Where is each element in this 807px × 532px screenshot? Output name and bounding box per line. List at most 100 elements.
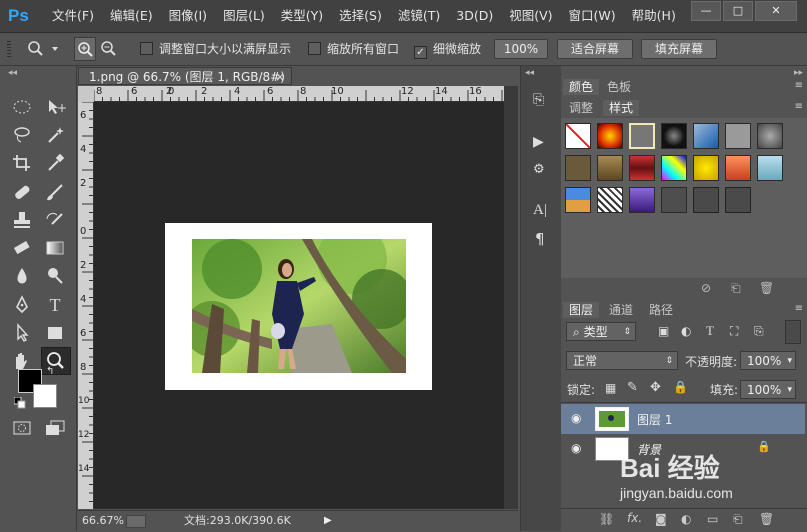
resize-windows-checkbox[interactable]: 调整窗口大小以满屏显示 [140,39,291,59]
zoom-level[interactable]: 66.67% [82,511,124,531]
menu-view[interactable]: 视图(V) [501,0,560,32]
lasso-tool-icon[interactable] [10,124,34,146]
gradient-tool-icon[interactable] [43,237,67,259]
tab-paths[interactable]: 路径 [643,302,679,318]
properties-panel-icon[interactable]: ⚙ [533,162,545,177]
blend-mode-select[interactable]: 正常 ⇕ [566,351,678,370]
layer-row[interactable]: ◉ 背景 🔒 [561,434,805,464]
style-swatch[interactable] [597,155,623,181]
menu-3d[interactable]: 3D(D) [448,0,501,32]
zoom-out-icon[interactable] [99,39,119,59]
style-swatch[interactable] [565,187,591,213]
menu-edit[interactable]: 编辑(E) [102,0,161,32]
eraser-tool-icon[interactable] [10,237,34,259]
new-style-icon[interactable]: ⎗ [731,281,741,296]
background-color-swatch[interactable] [33,384,57,408]
menu-file[interactable]: 文件(F) [44,0,102,32]
canvas-area[interactable] [94,102,504,509]
zoom-tool-preset-icon[interactable] [26,39,58,59]
eyedropper-icon[interactable] [43,152,67,174]
link-layers-icon[interactable]: ⛓ [599,512,614,526]
type-tool-icon[interactable]: T [43,294,67,316]
swap-colors-icon[interactable]: ↰ [46,366,54,377]
menu-filter[interactable]: 滤镜(T) [390,0,448,32]
lock-brush-icon[interactable]: ✎ [627,380,638,395]
style-swatch[interactable] [757,155,783,181]
minimize-button[interactable]: — [691,1,721,21]
style-swatch[interactable] [661,155,687,181]
document-canvas[interactable] [165,223,432,390]
menu-image[interactable]: 图像(I) [161,0,215,32]
tab-channels[interactable]: 通道 [603,302,639,318]
tab-styles[interactable]: 样式 [603,100,640,116]
history-brush-icon[interactable] [43,209,67,231]
lock-move-icon[interactable]: ✥ [650,380,661,395]
magic-wand-icon[interactable] [43,124,67,146]
history-panel-icon[interactable]: ⎘ [533,92,544,108]
close-button[interactable]: ✕ [755,1,797,21]
menu-select[interactable]: 选择(S) [331,0,390,32]
fit-screen-button[interactable]: 适合屏幕 [557,39,633,59]
opacity-input[interactable]: 100% ▾ [740,351,796,370]
fill-screen-button[interactable]: 填充屏幕 [641,39,717,59]
style-swatch[interactable] [629,123,655,149]
tab-swatches[interactable]: 色板 [601,79,637,95]
style-swatch[interactable] [725,123,751,149]
rectangle-tool-icon[interactable] [43,322,67,344]
style-none-swatch[interactable] [565,123,591,149]
filter-smartobject-icon[interactable]: ⎘ [754,324,764,339]
vertical-ruler[interactable]: 6 4 2 0 2 4 6 8 10 12 14 [78,102,94,509]
clear-style-icon[interactable]: ⊘ [701,281,711,295]
brush-tool-icon[interactable] [43,181,67,203]
style-swatch[interactable] [693,155,719,181]
screen-mode-icon[interactable] [43,417,67,439]
visibility-eye-icon[interactable]: ◉ [571,441,581,455]
menu-help[interactable]: 帮助(H) [624,0,684,32]
chevron-down-icon[interactable]: ▾ [787,352,792,371]
zoom-in-icon[interactable] [74,37,96,61]
layers-menu-icon[interactable]: ≡ [795,303,803,314]
maximize-button[interactable]: □ [723,1,753,21]
style-swatch[interactable] [693,187,719,213]
menu-window[interactable]: 窗口(W) [561,0,624,32]
lock-all-icon[interactable]: 🔒 [673,380,688,394]
collapse-arrows-icon[interactable]: ◂◂ [8,68,17,78]
delete-layer-icon[interactable]: 🗑 [759,512,774,526]
fill-input[interactable]: 100% ▾ [740,380,796,399]
right-dock-collapse-icon[interactable]: ▸▸ [794,68,803,78]
style-swatch[interactable] [629,155,655,181]
style-swatch[interactable] [661,187,687,213]
adjustment-layer-icon[interactable]: ◐ [681,512,691,526]
horizontal-ruler[interactable]: 8 6 2 0 2 4 6 8 10 12 14 16 [94,86,504,102]
filter-type-icon[interactable]: T [706,323,714,339]
style-swatch[interactable] [725,187,751,213]
path-selection-icon[interactable] [10,322,34,344]
layer-name[interactable]: 背景 [637,441,661,458]
blur-tool-icon[interactable] [10,265,34,287]
fx-icon[interactable]: fx. [627,511,642,525]
status-preview-icon[interactable] [126,515,146,528]
tab-color[interactable]: 颜色 [563,79,600,95]
character-panel-icon[interactable]: A| [533,202,547,219]
filter-pixel-icon[interactable]: ▣ [658,324,669,338]
filter-shape-icon[interactable]: ⛶ [730,324,738,339]
layer-row[interactable]: ◉ 图层 1 [561,404,805,434]
style-swatch[interactable] [597,123,623,149]
close-tab-icon[interactable]: × [275,68,285,86]
tab-layers[interactable]: 图层 [563,302,600,318]
marquee-tool-icon[interactable] [10,96,34,118]
crop-tool-icon[interactable] [10,152,34,174]
menu-layer[interactable]: 图层(L) [215,0,273,32]
quick-mask-icon[interactable] [10,417,34,439]
chevron-down-icon[interactable]: ▾ [787,381,792,400]
dodge-tool-icon[interactable] [43,265,67,287]
visibility-eye-icon[interactable]: ◉ [571,411,581,425]
document-tab[interactable]: 1.png @ 66.7% (图层 1, RGB/8#) * × [78,67,292,102]
menu-type[interactable]: 类型(Y) [273,0,331,32]
style-swatch[interactable] [725,155,751,181]
move-tool-icon[interactable] [43,96,67,118]
scrubby-zoom-checkbox[interactable]: ✓ 细微缩放 [414,39,481,59]
style-swatch[interactable] [757,123,783,149]
vertical-scrollbar[interactable] [504,86,518,509]
zoom-all-checkbox[interactable]: 缩放所有窗口 [308,39,399,59]
